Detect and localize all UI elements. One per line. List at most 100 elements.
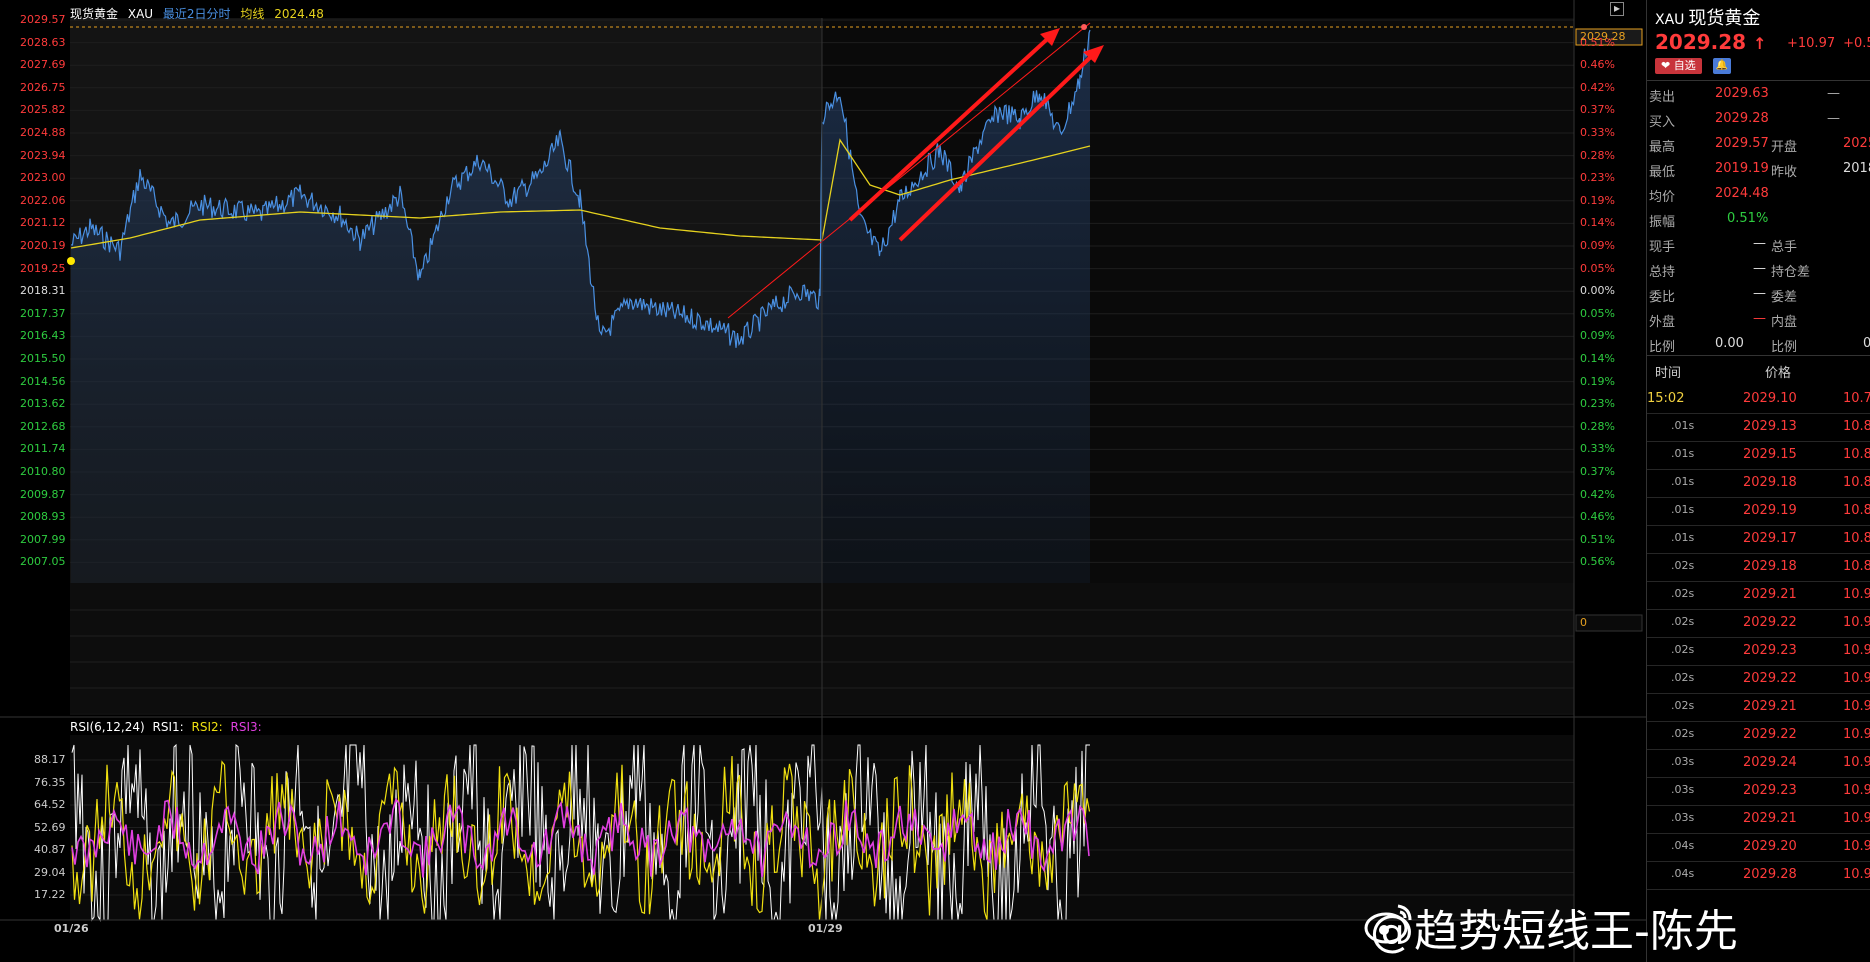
quote-row: 最低2019.19昨收2018 [1649,161,1870,180]
avg-value: 2024.48 [274,7,324,21]
rsi-header: RSI(6,12,24) RSI1: RSI2: RSI3: [70,720,266,734]
right-pct-tick: 0.09% [1580,329,1615,343]
right-pct-tick: 0.23% [1580,171,1615,185]
quote-row: 委比 — 委差 [1649,286,1798,305]
trade-row: .01s 2029.19 10.8 [1647,497,1870,526]
right-pct-tick: 0.28% [1580,419,1615,433]
right-pct-tick: 0.51% [1580,532,1615,546]
rsi3-label: RSI3: [230,720,262,734]
right-pct-tick: 0.05% [1580,306,1615,320]
right-pct-tick: 0.00% [1580,284,1615,298]
quote-title: XAU 现货黄金 [1655,4,1760,30]
rsi-tick: 52.69 [34,820,66,834]
chart-canvas[interactable] [0,0,1646,962]
quote-row: 总持 — 持仓差 [1649,261,1811,280]
trade-row: .01s 2029.17 10.8 [1647,525,1870,554]
left-price-tick: 2007.05 [20,555,66,569]
right-pct-tick: 0.09% [1580,239,1615,252]
trade-row: .02s 2029.21 10.9 [1647,693,1870,722]
left-price-tick: 2014.56 [20,374,66,388]
left-price-tick: 2027.69 [20,58,66,72]
rsi2-label: RSI2: [191,720,223,734]
instrument-symbol: XAU [127,7,154,21]
left-price-tick: 2010.80 [20,465,66,478]
watchlist-button[interactable]: ❤ 自选 [1655,58,1702,74]
left-price-tick: 2020.19 [20,239,66,252]
trade-row: .02s 2029.23 10.9 [1647,637,1870,666]
rsi1-label: RSI1: [152,720,184,734]
right-pct-tick: 0.46% [1580,58,1615,72]
trade-row: .01s 2029.18 10.8 [1647,469,1870,498]
right-pct-tick: 0.28% [1580,148,1615,162]
trade-row: .03s 2029.23 10.9 [1647,777,1870,806]
quote-row: 最高2029.57开盘2025 [1649,136,1870,155]
left-price-tick: 2011.74 [20,442,66,456]
left-price-tick: 2029.57 [20,13,66,26]
right-pct-tick: 0.37% [1580,465,1615,478]
trade-row: .04s 2029.20 10.9 [1647,833,1870,862]
right-pct-tick: 0.33% [1580,126,1615,139]
volume-zero: 0 [1580,616,1587,629]
rsi-tick: 88.17 [34,753,66,766]
left-price-tick: 2013.62 [20,397,66,411]
trade-row: .03s 2029.24 10.9 [1647,749,1870,778]
left-price-tick: 2021.12 [20,216,66,230]
period-label[interactable]: 最近2日分时 [163,7,231,21]
watermark-text: @趋势短线王-陈先 [1370,906,1738,957]
rsi-title: RSI(6,12,24) [70,720,145,734]
quote-row: 现手 — 总手 [1649,236,1798,255]
quote-name: 现货黄金 [1688,8,1761,29]
trades-header: 时间 价格 [1655,366,1792,381]
right-pct-tick: 0.19% [1580,193,1615,207]
trade-row: .03s 2029.21 10.9 [1647,805,1870,834]
bell-icon[interactable]: 🔔 [1713,58,1731,74]
rsi-tick: 40.87 [34,843,66,856]
left-price-tick: 2023.00 [20,171,66,185]
right-pct-tick: 0.46% [1580,510,1615,524]
date-label-0126: 01/26 [54,922,89,935]
quote-change: +10.97 +0.54% [1787,36,1870,51]
rsi-tick: 64.52 [34,798,66,811]
heart-icon: ❤ [1661,59,1671,72]
quote-row: 均价 2024.48 [1649,186,1769,205]
left-price-tick: 2025.82 [20,103,66,117]
quote-row: 卖出 2029.63— [1649,86,1840,105]
chart-area[interactable]: 现货黄金 XAU 最近2日分时 均线 2024.48 2029.57 2028.6… [0,0,1646,962]
right-pct-tick: 0.42% [1580,80,1615,94]
trade-row: .02s 2029.21 10.9 [1647,581,1870,610]
avg-label: 均线 [240,7,265,21]
current-price-tag: 2029.28 [1580,30,1626,43]
right-pct-tick: 0.14% [1580,352,1615,365]
trade-row: .02s 2029.22 10.9 [1647,665,1870,694]
change-value: +10.97 [1787,36,1836,51]
right-pct-tick: 0.56% [1580,555,1615,569]
date-label-0129: 01/29 [808,922,843,935]
quote-row: 振幅 0.51% [1649,211,1769,230]
rsi-tick: 29.04 [34,865,66,879]
left-price-tick: 2018.31 [20,284,66,298]
panel-toggle-icon[interactable]: ▸ [1610,2,1624,16]
left-price-tick: 2017.37 [20,306,66,320]
quote-row: 外盘 — 内盘 [1649,311,1798,330]
left-price-tick: 2016.43 [20,329,66,343]
trade-row: .04s 2029.28 10.9 [1647,861,1870,890]
right-pct-tick: 0.19% [1580,374,1615,388]
quote-panel: XAU现货黄金 2029.28 ↑ +10.97 +0.54% ❤ 自选 🔔 卖出… [1646,0,1870,962]
rsi-tick: 17.22 [34,888,66,901]
right-pct-tick: 0.42% [1580,487,1615,501]
quote-symbol: XAU [1655,12,1685,28]
trade-row: .01s 2029.15 10.8 [1647,441,1870,470]
left-price-tick: 2024.88 [20,126,66,139]
quote-row: 买入 2029.28— [1649,111,1840,130]
chart-header: 现货黄金 XAU 最近2日分时 均线 2024.48 [70,5,330,22]
instrument-name: 现货黄金 [70,7,119,21]
change-pct: +0.54% [1843,36,1870,51]
right-pct-tick: 0.14% [1580,216,1615,230]
trade-row: .02s 2029.22 10.9 [1647,721,1870,750]
trade-row: .02s 2029.22 10.9 [1647,609,1870,638]
left-price-tick: 2023.94 [20,148,66,162]
left-price-tick: 2022.06 [20,193,66,207]
trade-row: .01s 2029.13 10.8 [1647,413,1870,442]
right-pct-tick: 0.33% [1580,442,1615,456]
left-price-tick: 2019.25 [20,261,66,275]
